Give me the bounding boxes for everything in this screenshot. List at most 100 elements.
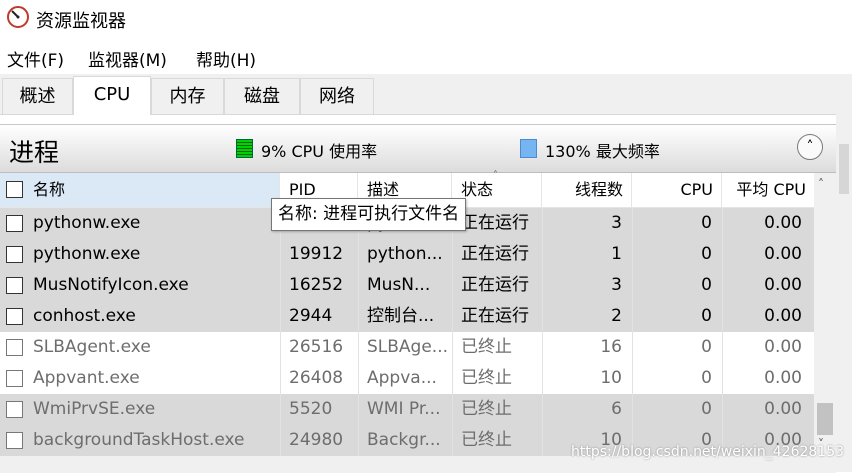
column-divider bbox=[280, 363, 281, 394]
menu-help[interactable]: 帮助(H) bbox=[196, 46, 256, 71]
cpu-cell: 0 bbox=[701, 368, 712, 388]
row-checkbox[interactable] bbox=[6, 432, 23, 449]
threads-cell: 3 bbox=[611, 275, 622, 295]
row-checkbox[interactable] bbox=[6, 246, 23, 263]
column-divider bbox=[542, 301, 543, 332]
column-divider bbox=[280, 425, 281, 456]
row-checkbox[interactable] bbox=[6, 277, 23, 294]
table-row[interactable]: conhost.exe 2944 控制台... 正在运行 2 0 0.00 bbox=[0, 301, 814, 332]
pid-cell: 26516 bbox=[289, 337, 344, 357]
column-divider bbox=[542, 425, 543, 456]
threads-cell: 10 bbox=[600, 368, 622, 388]
status-cell: 正在运行 bbox=[461, 244, 529, 264]
average-cpu-cell: 0.00 bbox=[764, 275, 802, 295]
column-divider bbox=[632, 394, 633, 425]
column-divider bbox=[452, 270, 453, 301]
table-row[interactable]: SLBAgent.exe 26516 SLBAge... 已终止 16 0 0.00 bbox=[0, 332, 814, 363]
column-header-cpu[interactable]: CPU bbox=[632, 173, 722, 207]
status-cell: 已终止 bbox=[461, 399, 512, 419]
cpu-cell: 0 bbox=[701, 306, 712, 326]
collapse-section-button[interactable]: ˄ bbox=[797, 134, 823, 160]
column-divider bbox=[632, 301, 633, 332]
column-tooltip: 名称: 进程可执行文件名 bbox=[271, 198, 467, 231]
pid-cell: 2944 bbox=[289, 306, 333, 326]
description-cell: MusN... bbox=[367, 275, 431, 295]
tab-disk[interactable]: 磁盘 bbox=[224, 78, 300, 114]
table-row[interactable]: pythonw.exe 19912 python... 正在运行 1 0 0.00 bbox=[0, 239, 814, 270]
column-divider bbox=[280, 270, 281, 301]
sort-caret-icon: ˄ bbox=[493, 170, 498, 181]
tab-overview[interactable]: 概述 bbox=[2, 78, 73, 114]
column-divider bbox=[632, 363, 633, 394]
tab-strip: 概述 CPU 内存 磁盘 网络 bbox=[0, 74, 852, 115]
description-cell: SLBAge... bbox=[367, 337, 449, 357]
column-divider bbox=[452, 425, 453, 456]
column-divider bbox=[542, 394, 543, 425]
tab-network[interactable]: 网络 bbox=[300, 78, 374, 114]
window-scrollbar[interactable] bbox=[836, 114, 852, 472]
select-all-checkbox[interactable] bbox=[6, 181, 23, 198]
cpu-cell: 0 bbox=[701, 337, 712, 357]
scroll-up-arrow-icon[interactable]: ˄ bbox=[818, 177, 824, 191]
description-cell: Backgr... bbox=[367, 430, 441, 450]
table-row[interactable]: Appvant.exe 26408 Appva... 已终止 10 0 0.00 bbox=[0, 363, 814, 394]
processes-panel: 进程 9% CPU 使用率 130% 最大频率 ˄ 名称 PID 描述 状态 线… bbox=[0, 124, 836, 473]
column-divider bbox=[358, 301, 359, 332]
cpu-cell: 0 bbox=[701, 213, 712, 233]
table-row[interactable]: WmiPrvSE.exe 5520 WMI Pr... 已终止 6 0 0.00 bbox=[0, 394, 814, 425]
threads-cell: 2 bbox=[611, 306, 622, 326]
menu-file[interactable]: 文件(F) bbox=[7, 46, 64, 71]
row-checkbox[interactable] bbox=[6, 370, 23, 387]
threads-cell: 6 bbox=[611, 399, 622, 419]
cpu-usage-swatch bbox=[236, 139, 253, 158]
process-name-cell: pythonw.exe bbox=[33, 213, 141, 233]
row-checkbox[interactable] bbox=[6, 308, 23, 325]
description-cell: 控制台... bbox=[367, 306, 435, 326]
column-divider bbox=[542, 363, 543, 394]
status-cell: 已终止 bbox=[461, 430, 512, 450]
average-cpu-cell: 0.00 bbox=[764, 306, 802, 326]
column-divider bbox=[452, 301, 453, 332]
cpu-cell: 0 bbox=[701, 399, 712, 419]
column-divider bbox=[542, 239, 543, 270]
column-header-threads[interactable]: 线程数 bbox=[542, 173, 632, 207]
max-frequency-swatch bbox=[520, 139, 537, 158]
tab-memory[interactable]: 内存 bbox=[151, 78, 224, 114]
column-divider bbox=[358, 332, 359, 363]
column-divider bbox=[722, 363, 723, 394]
pid-cell: 19912 bbox=[289, 244, 344, 264]
pid-cell: 5520 bbox=[289, 399, 333, 419]
column-divider bbox=[280, 332, 281, 363]
table-row[interactable]: MusNotifyIcon.exe 16252 MusN... 正在运行 3 0 0.00 bbox=[0, 270, 814, 301]
menu-bar: 文件(F) 监视器(M) 帮助(H) bbox=[0, 40, 852, 74]
watermark: https://blog.csdn.net/weixin_42628153 bbox=[571, 444, 845, 460]
threads-cell: 1 bbox=[611, 244, 622, 264]
row-checkbox[interactable] bbox=[6, 215, 23, 232]
window-scroll-thumb[interactable] bbox=[839, 144, 849, 194]
column-divider bbox=[722, 208, 723, 239]
column-header-average-cpu[interactable]: 平均 CPU bbox=[722, 173, 814, 207]
process-list-scrollbar[interactable]: ˄ ˅ bbox=[814, 173, 836, 473]
column-divider bbox=[632, 208, 633, 239]
status-cell: 已终止 bbox=[461, 337, 512, 357]
tab-cpu[interactable]: CPU bbox=[73, 76, 151, 115]
column-divider bbox=[358, 363, 359, 394]
column-header-name[interactable]: 名称 bbox=[0, 173, 280, 207]
max-frequency-label: 130% 最大频率 bbox=[545, 142, 660, 161]
column-divider bbox=[452, 239, 453, 270]
status-cell: 正在运行 bbox=[461, 275, 529, 295]
row-checkbox[interactable] bbox=[6, 401, 23, 418]
chevron-up-icon: ˄ bbox=[806, 139, 814, 155]
menu-monitor[interactable]: 监视器(M) bbox=[88, 46, 167, 71]
threads-cell: 16 bbox=[600, 337, 622, 357]
processes-section-header[interactable]: 进程 9% CPU 使用率 130% 最大频率 ˄ bbox=[0, 125, 836, 173]
column-divider bbox=[358, 270, 359, 301]
pid-cell: 26408 bbox=[289, 368, 344, 388]
window-title: 资源监视器 bbox=[36, 11, 126, 32]
row-checkbox[interactable] bbox=[6, 339, 23, 356]
section-title: 进程 bbox=[9, 138, 60, 167]
title-bar: 资源监视器 bbox=[0, 0, 852, 40]
status-cell: 正在运行 bbox=[461, 213, 529, 233]
process-name-cell: SLBAgent.exe bbox=[33, 337, 151, 357]
scroll-thumb[interactable] bbox=[817, 403, 833, 435]
